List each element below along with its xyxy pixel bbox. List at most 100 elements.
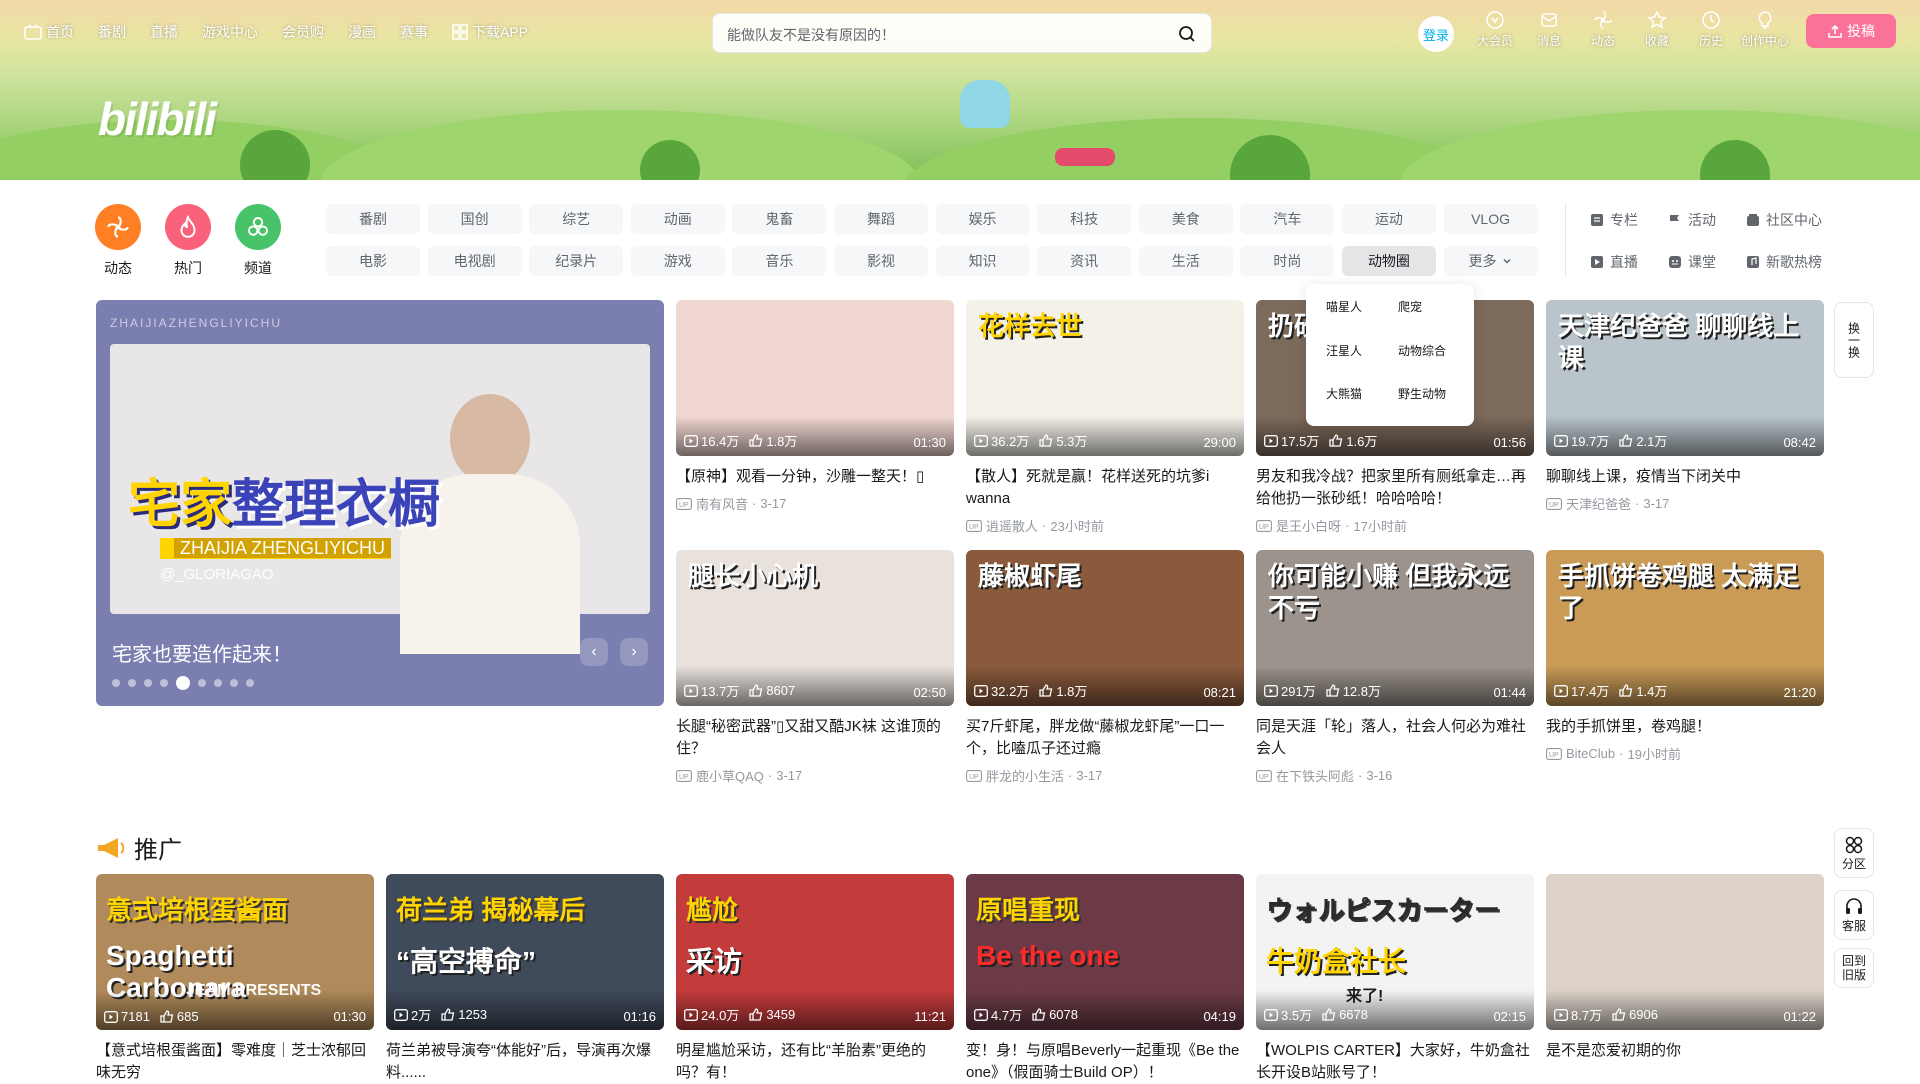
video-title[interactable]: 聊聊线上课，疫情当下闭关中 — [1546, 466, 1824, 488]
search-box[interactable]: 能做队友不是没有原因的！ — [712, 13, 1212, 53]
customer-service-button[interactable]: 客服 — [1834, 890, 1874, 940]
video-author[interactable]: 鹿小草QAQ — [696, 766, 764, 785]
video-author[interactable]: 在下铁头阿彪 — [1276, 766, 1354, 785]
promo-video-card[interactable]: 尴尬 采访 24.0万 3459 11:21 明星尴尬采访，还有比“羊胎素”更绝的吗？有！ — [676, 874, 954, 1084]
video-author[interactable]: 胖龙的小生活 — [986, 766, 1064, 785]
side-link-activity[interactable]: 活动 — [1668, 210, 1746, 230]
video-thumbnail[interactable]: 手抓饼卷鸡腿 太满足了 17.4万 1.4万 21:20 — [1546, 550, 1824, 706]
dropdown-item[interactable]: 动物综合 — [1398, 342, 1478, 369]
promo-video-card[interactable]: 8.7万 6906 01:22 是不是恋爱初期的你 — [1546, 874, 1824, 1062]
nav-download-app[interactable]: 下载APP — [452, 22, 528, 42]
video-title[interactable]: 【散人】死就是赢！花样送死的坑爹i wanna — [966, 466, 1244, 510]
bilibili-logo[interactable]: bilibili — [98, 92, 217, 146]
video-title[interactable]: 【意式培根蛋酱面】零难度｜芝士浓郁回味无穷 — [96, 1040, 374, 1084]
side-link-community[interactable]: 社区中心 — [1746, 210, 1846, 230]
video-thumbnail[interactable]: 天津纪爸爸 聊聊线上课 19.7万 2.1万 08:42 — [1546, 300, 1824, 456]
carousel-dot[interactable] — [144, 679, 152, 687]
featured-carousel[interactable]: ZHAIJIAZHENGLIYICHU 宅家整理衣橱 ZHAIJIA ZHENG… — [96, 300, 664, 706]
upload-button[interactable]: 投稿 — [1806, 14, 1896, 48]
nav-history[interactable]: 历史 — [1684, 10, 1738, 49]
zone-button[interactable]: 分区 — [1834, 828, 1874, 878]
tag-item[interactable]: VLOG — [1443, 204, 1538, 234]
tag-item[interactable]: 美食 — [1138, 204, 1233, 234]
dropdown-item[interactable]: 野生动物 — [1398, 385, 1478, 412]
video-title[interactable]: 同是天涯「轮」落人，社会人何必为难社会人 — [1256, 716, 1534, 760]
video-thumbnail[interactable]: 花样去世 36.2万 5.3万 29:00 — [966, 300, 1244, 456]
nav-match[interactable]: 赛事 — [400, 22, 428, 42]
video-author[interactable]: 是王小白呀 — [1276, 516, 1341, 535]
video-thumbnail[interactable]: 尴尬 采访 24.0万 3459 11:21 — [676, 874, 954, 1030]
carousel-prev-button[interactable]: ‹ — [580, 638, 608, 666]
promo-video-card[interactable]: 原唱重现 Be the one 4.7万 6078 04:19 变！身！与原唱Beverl… — [966, 874, 1244, 1084]
video-author[interactable]: 天津纪爸爸 — [1566, 494, 1631, 513]
video-card[interactable]: 你可能小赚 但我永远不亏 291万 12.8万 01:44 同是天涯「轮」落人，社会人何… — [1256, 550, 1534, 785]
carousel-dot[interactable] — [198, 679, 206, 687]
nav-favorites[interactable]: 收藏 — [1630, 10, 1684, 49]
carousel-dot[interactable] — [230, 679, 238, 687]
tag-item-active[interactable]: 动物圈 — [1341, 246, 1436, 276]
tag-item[interactable]: 生活 — [1138, 246, 1233, 276]
side-link-column[interactable]: 专栏 — [1590, 210, 1668, 230]
video-card[interactable]: 花样去世 36.2万 5.3万 29:00 【散人】死就是赢！花样送死的坑爹i wann… — [966, 300, 1244, 535]
channel-channels[interactable]: 频道 — [235, 204, 281, 278]
carousel-dot[interactable] — [160, 679, 168, 687]
video-title[interactable]: 男友和我冷战？把家里所有厕纸拿走…再给他扔一张砂纸！哈哈哈哈！ — [1256, 466, 1534, 510]
dropdown-item[interactable]: 汪星人 — [1326, 342, 1398, 369]
nav-bangumi[interactable]: 番剧 — [98, 22, 126, 42]
nav-dynamic[interactable]: 动态 — [1576, 10, 1630, 49]
search-input[interactable]: 能做队友不是没有原因的！ — [727, 25, 895, 45]
video-title[interactable]: 长腿“秘密武器”▯又甜又酷JK袜 这谁顶的住？ — [676, 716, 954, 760]
video-author[interactable]: BiteClub — [1566, 746, 1615, 761]
carousel-dot[interactable] — [112, 679, 120, 687]
tag-item[interactable]: 番剧 — [326, 204, 420, 234]
nav-live[interactable]: 直播 — [150, 22, 178, 42]
carousel-dot[interactable] — [128, 679, 136, 687]
nav-game-center[interactable]: 游戏中心 — [202, 22, 258, 42]
video-title[interactable]: 明星尴尬采访，还有比“羊胎素”更绝的吗？有！ — [676, 1040, 954, 1084]
video-card[interactable]: 手抓饼卷鸡腿 太满足了 17.4万 1.4万 21:20 我的手抓饼里，卷鸡腿！ UP Bi… — [1546, 550, 1824, 763]
video-title[interactable]: 我的手抓饼里，卷鸡腿！ — [1546, 716, 1824, 738]
carousel-title[interactable]: 宅家也要造作起来！ — [112, 638, 292, 667]
nav-home[interactable]: 首页 — [24, 22, 74, 42]
video-author[interactable]: 南有风音 — [696, 494, 748, 513]
dropdown-item[interactable]: 爬宠 — [1398, 298, 1478, 325]
login-button[interactable]: 登录 — [1418, 16, 1454, 52]
video-thumbnail[interactable]: 16.4万 1.8万 01:30 — [676, 300, 954, 456]
tag-item[interactable]: 音乐 — [732, 246, 827, 276]
promo-video-card[interactable]: ウォルピスカーター牛奶盒社长来了!3.5万667802:15 【WOLPIS CA… — [1256, 874, 1534, 1084]
tag-item[interactable]: 国创 — [427, 204, 522, 234]
tag-item[interactable]: 科技 — [1037, 204, 1132, 234]
carousel-dot[interactable] — [246, 679, 254, 687]
dropdown-item[interactable]: 喵星人 — [1326, 298, 1398, 325]
nav-manga[interactable]: 漫画 — [348, 22, 376, 42]
video-thumbnail[interactable]: 意式培根蛋酱面Spaghetti CarbonaraJEAM PRESENTS7… — [96, 874, 374, 1030]
carousel-dot[interactable] — [214, 679, 222, 687]
tag-item[interactable]: 电视剧 — [427, 246, 522, 276]
tag-item[interactable]: 综艺 — [529, 204, 624, 234]
video-title[interactable]: 荷兰弟被导演夸“体能好”后，导演再次爆料...... — [386, 1040, 664, 1084]
tag-item[interactable]: 游戏 — [630, 246, 725, 276]
tag-item[interactable]: 舞蹈 — [833, 204, 928, 234]
nav-mall[interactable]: 会员购 — [282, 22, 324, 42]
video-thumbnail[interactable]: 原唱重现 Be the one 4.7万 6078 04:19 — [966, 874, 1244, 1030]
video-author[interactable]: 逍遥散人 — [986, 516, 1038, 535]
nav-messages[interactable]: 消息 — [1522, 10, 1576, 49]
video-title[interactable]: 【WOLPIS CARTER】大家好，牛奶盒社长开设B站账号了！ — [1256, 1040, 1534, 1084]
video-title[interactable]: 是不是恋爱初期的你 — [1546, 1040, 1824, 1062]
tag-item[interactable]: 娱乐 — [935, 204, 1030, 234]
tag-item[interactable]: 动画 — [630, 204, 725, 234]
nav-creator-center[interactable]: 创作中心 — [1738, 10, 1792, 49]
tag-item[interactable]: 影视 — [833, 246, 928, 276]
side-link-live[interactable]: 直播 — [1590, 252, 1668, 272]
video-title[interactable]: 买7斤虾尾，胖龙做“藤椒龙虾尾”一口一个，比嗑瓜子还过瘾 — [966, 716, 1244, 760]
carousel-next-button[interactable]: › — [620, 638, 648, 666]
tag-item[interactable]: 知识 — [935, 246, 1030, 276]
tag-item[interactable]: 时尚 — [1240, 246, 1335, 276]
video-thumbnail[interactable]: 腿长小心机 13.7万 8607 02:50 — [676, 550, 954, 706]
video-thumbnail[interactable]: 你可能小赚 但我永远不亏 291万 12.8万 01:44 — [1256, 550, 1534, 706]
video-thumbnail[interactable]: ウォルピスカーター牛奶盒社长来了!3.5万667802:15 — [1256, 874, 1534, 1030]
video-thumbnail[interactable]: 藤椒虾尾 32.2万 1.8万 08:21 — [966, 550, 1244, 706]
video-thumbnail[interactable]: 荷兰弟 揭秘幕后 “高空搏命” 2万 1253 01:16 — [386, 874, 664, 1030]
carousel-dot-active[interactable] — [176, 676, 190, 690]
video-card[interactable]: 16.4万 1.8万 01:30 【原神】观看一分钟，沙雕一整天！▯ UP 南有风音 · 3-… — [676, 300, 954, 513]
